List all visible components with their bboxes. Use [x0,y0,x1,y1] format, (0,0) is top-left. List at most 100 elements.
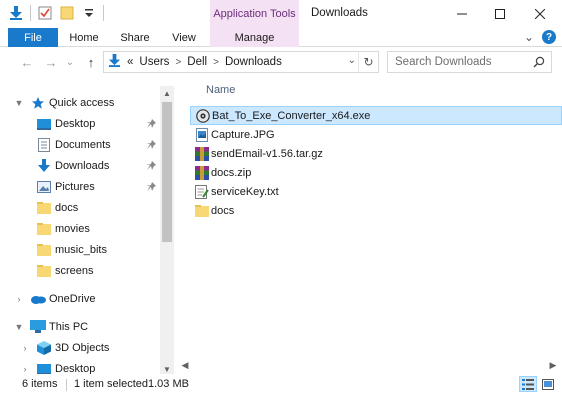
tab-share[interactable]: Share [112,28,158,47]
pin-icon[interactable] [146,161,156,171]
nav-item-onedrive[interactable]: › OneDrive [0,288,158,309]
properties-icon[interactable] [37,5,53,21]
documents-icon [36,137,52,153]
tab-manage[interactable]: Manage [210,28,299,47]
nav-item-this-pc[interactable]: ▼ This PC [0,316,158,337]
exe-icon [196,108,210,123]
window-title: Downloads [311,7,368,19]
nav-item-music-bits[interactable]: music_bits [0,239,158,260]
file-name: docs [211,204,235,217]
recent-locations-button[interactable]: ⌄ [64,53,76,71]
large-icons-view-button[interactable] [539,376,557,392]
text-file-icon [195,184,209,199]
large-icons-view-icon [542,378,554,390]
forward-button[interactable]: → [42,53,60,71]
navigation-pane: ▼ Quick access Desktop Documents Downloa… [0,86,176,376]
chevron-right-icon[interactable]: › [20,364,30,374]
collapse-ribbon-icon[interactable]: ⌄ [524,30,534,44]
nav-item-screens[interactable]: screens [0,260,158,281]
refresh-button[interactable]: ↻ [358,52,378,72]
details-view-button[interactable] [519,376,537,392]
context-tab-label: Application Tools [210,0,299,28]
nav-label: Desktop [55,117,96,130]
ribbon-controls: ⌄ ? [524,30,556,44]
nav-label: Downloads [55,159,110,172]
file-row[interactable]: docs [190,201,562,220]
nav-label: Quick access [49,96,115,109]
nav-label: docs [55,201,79,214]
scrollbar-thumb[interactable] [162,102,172,242]
tab-home[interactable]: Home [62,28,106,47]
nav-label: movies [55,222,90,235]
file-name: Bat_To_Exe_Converter_x64.exe [212,109,371,122]
tab-view[interactable]: View [163,28,205,47]
search-input[interactable] [395,56,530,68]
nav-label: OneDrive [49,292,96,305]
breadcrumb-dell[interactable]: Dell [187,56,207,68]
nav-pane-scrollbar[interactable]: ▲ ▼ [160,86,174,376]
toolbar-divider [30,5,31,21]
chevron-right-icon[interactable]: > [175,57,181,68]
chevron-down-icon[interactable]: ▼ [14,98,24,108]
chevron-right-icon[interactable]: › [14,294,24,304]
new-folder-icon[interactable] [59,5,75,21]
status-divider [66,379,67,391]
search-box[interactable] [387,51,552,73]
maximize-button[interactable] [478,0,522,28]
nav-item-docs[interactable]: docs [0,197,158,218]
nav-label: 3D Objects [55,341,110,354]
chevron-right-icon[interactable]: › [20,343,30,353]
file-row[interactable]: docs.zip [190,163,562,182]
minimize-icon [457,13,467,15]
nav-item-3d-objects[interactable]: › 3D Objects [0,337,158,358]
help-icon[interactable]: ? [542,30,556,44]
pin-icon[interactable] [146,182,156,192]
up-button[interactable]: ↑ [82,53,100,71]
scroll-right-icon[interactable]: ▶ [546,358,560,372]
file-row[interactable]: Capture.JPG [190,125,562,144]
file-row[interactable]: serviceKey.txt [190,182,562,201]
file-name: Capture.JPG [211,128,275,141]
file-row[interactable]: Bat_To_Exe_Converter_x64.exe [190,106,562,125]
address-bar[interactable]: « Users > Dell > Downloads ⌄ ↻ [103,51,379,73]
scroll-up-icon[interactable]: ▲ [160,86,174,100]
chevron-right-icon[interactable]: > [213,57,219,68]
nav-item-desktop[interactable]: Desktop [0,113,158,134]
nav-quick-access[interactable]: ▼ Quick access [0,92,158,113]
pictures-icon [36,179,52,195]
nav-label: screens [55,264,94,277]
image-file-icon [195,127,209,142]
nav-item-downloads[interactable]: Downloads [0,155,158,176]
quick-access-download-icon[interactable] [8,5,24,21]
archive-icon [195,165,209,180]
close-button[interactable] [518,0,562,28]
pin-icon[interactable] [146,119,156,129]
back-button[interactable]: ← [18,53,36,71]
column-header-name[interactable]: Name [206,84,235,96]
breadcrumb-overflow[interactable]: « [127,56,133,68]
chevron-down-icon[interactable]: ▼ [14,322,24,332]
search-icon[interactable] [533,56,545,71]
address-dropdown-icon[interactable]: ⌄ [348,55,356,66]
tab-file[interactable]: File [8,28,58,47]
file-row[interactable]: sendEmail-v1.56.tar.gz [190,144,562,163]
content-horizontal-scrollbar[interactable]: ◀ ▶ [178,358,562,372]
toolbar-divider [103,5,104,21]
customize-toolbar-icon[interactable] [81,5,97,21]
nav-item-movies[interactable]: movies [0,218,158,239]
breadcrumb-downloads[interactable]: Downloads [225,56,282,68]
breadcrumb-users[interactable]: Users [139,56,169,68]
scroll-left-icon[interactable]: ◀ [178,358,192,372]
item-count: 6 items [22,378,58,390]
computer-icon [30,319,46,335]
folder-icon [195,204,209,218]
file-name: docs.zip [211,166,252,179]
nav-label: Desktop [55,362,96,375]
nav-label: Pictures [55,180,95,193]
status-bar: 6 items 1 item selected 1.03 MB [0,374,562,400]
folder-icon [36,221,52,237]
nav-item-pictures[interactable]: Pictures [0,176,158,197]
pin-icon[interactable] [146,140,156,150]
nav-item-documents[interactable]: Documents [0,134,158,155]
archive-icon [195,146,209,161]
